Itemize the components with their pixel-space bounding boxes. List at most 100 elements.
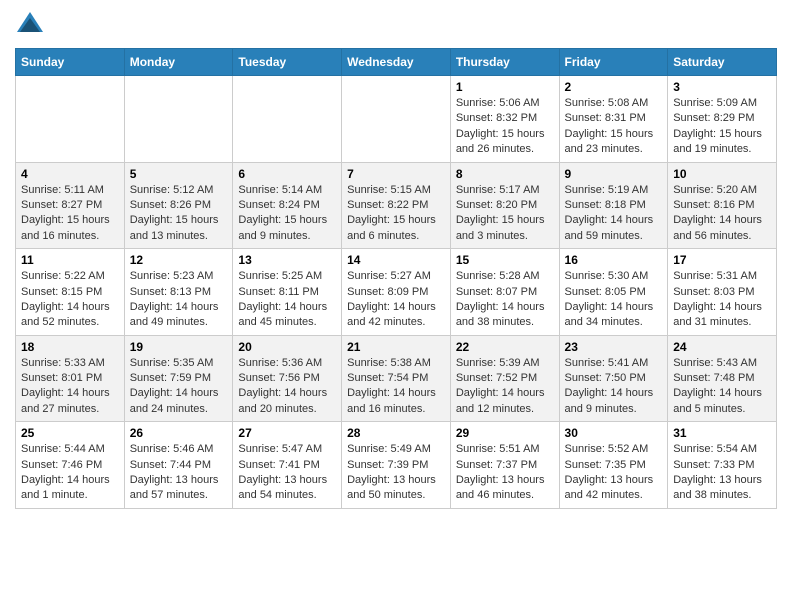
day-info: Sunrise: 5:15 AMSunset: 8:22 PMDaylight:…: [347, 183, 445, 245]
day-number: 27: [238, 426, 336, 440]
calendar-cell: 27Sunrise: 5:47 AMSunset: 7:41 PMDayligh…: [233, 422, 342, 509]
day-info: Sunrise: 5:06 AMSunset: 8:32 PMDaylight:…: [456, 96, 554, 158]
day-of-week-header: Tuesday: [233, 49, 342, 76]
day-number: 26: [130, 426, 228, 440]
day-number: 14: [347, 253, 445, 267]
day-info: Sunrise: 5:08 AMSunset: 8:31 PMDaylight:…: [565, 96, 663, 158]
day-info: Sunrise: 5:17 AMSunset: 8:20 PMDaylight:…: [456, 183, 554, 245]
calendar-cell: 15 Sunrise: 5:28 AMSunset: 8:07 PMDayligh…: [450, 249, 559, 336]
calendar-week-row: 1 Sunrise: 5:06 AMSunset: 8:32 PMDaylight…: [16, 76, 777, 163]
day-number: 20: [238, 340, 336, 354]
calendar-cell: 21 Sunrise: 5:38 AMSunset: 7:54 PMDayligh…: [342, 335, 451, 422]
calendar-week-row: 4 Sunrise: 5:11 AMSunset: 8:27 PMDaylight…: [16, 162, 777, 249]
calendar-cell: 25 Sunrise: 5:44 AMSunset: 7:46 PMDayligh…: [16, 422, 125, 509]
day-number: 10: [673, 167, 771, 181]
calendar-cell: 23 Sunrise: 5:41 AMSunset: 7:50 PMDayligh…: [559, 335, 668, 422]
day-info: Sunrise: 5:44 AMSunset: 7:46 PMDaylight:…: [21, 442, 119, 504]
calendar-table: SundayMondayTuesdayWednesdayThursdayFrid…: [15, 48, 777, 509]
calendar-cell: 2 Sunrise: 5:08 AMSunset: 8:31 PMDaylight…: [559, 76, 668, 163]
day-number: 25: [21, 426, 119, 440]
day-number: 7: [347, 167, 445, 181]
calendar-cell: 19Sunrise: 5:35 AMSunset: 7:59 PMDayligh…: [124, 335, 233, 422]
day-info: Sunrise: 5:14 AMSunset: 8:24 PMDaylight:…: [238, 183, 336, 245]
day-info: Sunrise: 5:46 AMSunset: 7:44 PMDaylight:…: [130, 442, 228, 504]
day-number: 16: [565, 253, 663, 267]
day-number: 21: [347, 340, 445, 354]
calendar-cell: 3 Sunrise: 5:09 AMSunset: 8:29 PMDaylight…: [668, 76, 777, 163]
day-of-week-header: Sunday: [16, 49, 125, 76]
calendar-cell: 1 Sunrise: 5:06 AMSunset: 8:32 PMDaylight…: [450, 76, 559, 163]
calendar-cell: 31 Sunrise: 5:54 AMSunset: 7:33 PMDayligh…: [668, 422, 777, 509]
calendar-cell: 5Sunrise: 5:12 AMSunset: 8:26 PMDaylight…: [124, 162, 233, 249]
day-info: Sunrise: 5:23 AMSunset: 8:13 PMDaylight:…: [130, 269, 228, 331]
logo: [15, 10, 49, 40]
header: [15, 10, 777, 40]
day-info: Sunrise: 5:11 AMSunset: 8:27 PMDaylight:…: [21, 183, 119, 245]
day-number: 30: [565, 426, 663, 440]
day-of-week-header: Friday: [559, 49, 668, 76]
calendar-cell: 9Sunrise: 5:19 AMSunset: 8:18 PMDaylight…: [559, 162, 668, 249]
calendar-cell: [16, 76, 125, 163]
calendar-cell: 13 Sunrise: 5:25 AMSunset: 8:11 PMDayligh…: [233, 249, 342, 336]
calendar-cell: 26 Sunrise: 5:46 AMSunset: 7:44 PMDayligh…: [124, 422, 233, 509]
day-number: 1: [456, 80, 554, 94]
calendar-cell: [233, 76, 342, 163]
day-info: Sunrise: 5:54 AMSunset: 7:33 PMDaylight:…: [673, 442, 771, 504]
calendar-cell: 20Sunrise: 5:36 AMSunset: 7:56 PMDayligh…: [233, 335, 342, 422]
day-info: Sunrise: 5:25 AMSunset: 8:11 PMDaylight:…: [238, 269, 336, 331]
day-info: Sunrise: 5:35 AMSunset: 7:59 PMDaylight:…: [130, 356, 228, 418]
day-info: Sunrise: 5:41 AMSunset: 7:50 PMDaylight:…: [565, 356, 663, 418]
day-info: Sunrise: 5:31 AMSunset: 8:03 PMDaylight:…: [673, 269, 771, 331]
day-number: 9: [565, 167, 663, 181]
day-number: 28: [347, 426, 445, 440]
day-number: 12: [130, 253, 228, 267]
calendar-cell: 4 Sunrise: 5:11 AMSunset: 8:27 PMDaylight…: [16, 162, 125, 249]
day-number: 22: [456, 340, 554, 354]
calendar-week-row: 18 Sunrise: 5:33 AMSunset: 8:01 PMDayligh…: [16, 335, 777, 422]
calendar-cell: 14 Sunrise: 5:27 AMSunset: 8:09 PMDayligh…: [342, 249, 451, 336]
day-number: 2: [565, 80, 663, 94]
day-info: Sunrise: 5:27 AMSunset: 8:09 PMDaylight:…: [347, 269, 445, 331]
day-number: 3: [673, 80, 771, 94]
day-number: 29: [456, 426, 554, 440]
day-info: Sunrise: 5:33 AMSunset: 8:01 PMDaylight:…: [21, 356, 119, 418]
calendar-cell: 11Sunrise: 5:22 AMSunset: 8:15 PMDayligh…: [16, 249, 125, 336]
page: SundayMondayTuesdayWednesdayThursdayFrid…: [0, 0, 792, 519]
day-info: Sunrise: 5:49 AMSunset: 7:39 PMDaylight:…: [347, 442, 445, 504]
logo-icon: [15, 10, 45, 40]
day-of-week-header: Wednesday: [342, 49, 451, 76]
day-number: 18: [21, 340, 119, 354]
day-of-week-header: Monday: [124, 49, 233, 76]
calendar-week-row: 25 Sunrise: 5:44 AMSunset: 7:46 PMDayligh…: [16, 422, 777, 509]
day-info: Sunrise: 5:22 AMSunset: 8:15 PMDaylight:…: [21, 269, 119, 331]
day-info: Sunrise: 5:52 AMSunset: 7:35 PMDaylight:…: [565, 442, 663, 504]
day-info: Sunrise: 5:38 AMSunset: 7:54 PMDaylight:…: [347, 356, 445, 418]
day-number: 23: [565, 340, 663, 354]
day-number: 13: [238, 253, 336, 267]
day-number: 8: [456, 167, 554, 181]
calendar-header-row: SundayMondayTuesdayWednesdayThursdayFrid…: [16, 49, 777, 76]
calendar-cell: 24Sunrise: 5:43 AMSunset: 7:48 PMDayligh…: [668, 335, 777, 422]
calendar-cell: 16Sunrise: 5:30 AMSunset: 8:05 PMDayligh…: [559, 249, 668, 336]
day-number: 5: [130, 167, 228, 181]
day-info: Sunrise: 5:39 AMSunset: 7:52 PMDaylight:…: [456, 356, 554, 418]
calendar-cell: 6Sunrise: 5:14 AMSunset: 8:24 PMDaylight…: [233, 162, 342, 249]
day-info: Sunrise: 5:51 AMSunset: 7:37 PMDaylight:…: [456, 442, 554, 504]
calendar-cell: 28 Sunrise: 5:49 AMSunset: 7:39 PMDayligh…: [342, 422, 451, 509]
day-number: 4: [21, 167, 119, 181]
day-info: Sunrise: 5:09 AMSunset: 8:29 PMDaylight:…: [673, 96, 771, 158]
calendar-week-row: 11Sunrise: 5:22 AMSunset: 8:15 PMDayligh…: [16, 249, 777, 336]
calendar-cell: 22 Sunrise: 5:39 AMSunset: 7:52 PMDayligh…: [450, 335, 559, 422]
day-info: Sunrise: 5:28 AMSunset: 8:07 PMDaylight:…: [456, 269, 554, 331]
day-number: 17: [673, 253, 771, 267]
day-of-week-header: Saturday: [668, 49, 777, 76]
calendar-cell: 18 Sunrise: 5:33 AMSunset: 8:01 PMDayligh…: [16, 335, 125, 422]
calendar-cell: 29 Sunrise: 5:51 AMSunset: 7:37 PMDayligh…: [450, 422, 559, 509]
calendar-cell: 12 Sunrise: 5:23 AMSunset: 8:13 PMDayligh…: [124, 249, 233, 336]
day-number: 31: [673, 426, 771, 440]
calendar-cell: 10 Sunrise: 5:20 AMSunset: 8:16 PMDayligh…: [668, 162, 777, 249]
day-info: Sunrise: 5:20 AMSunset: 8:16 PMDaylight:…: [673, 183, 771, 245]
calendar-cell: [124, 76, 233, 163]
day-number: 15: [456, 253, 554, 267]
day-info: Sunrise: 5:43 AMSunset: 7:48 PMDaylight:…: [673, 356, 771, 418]
